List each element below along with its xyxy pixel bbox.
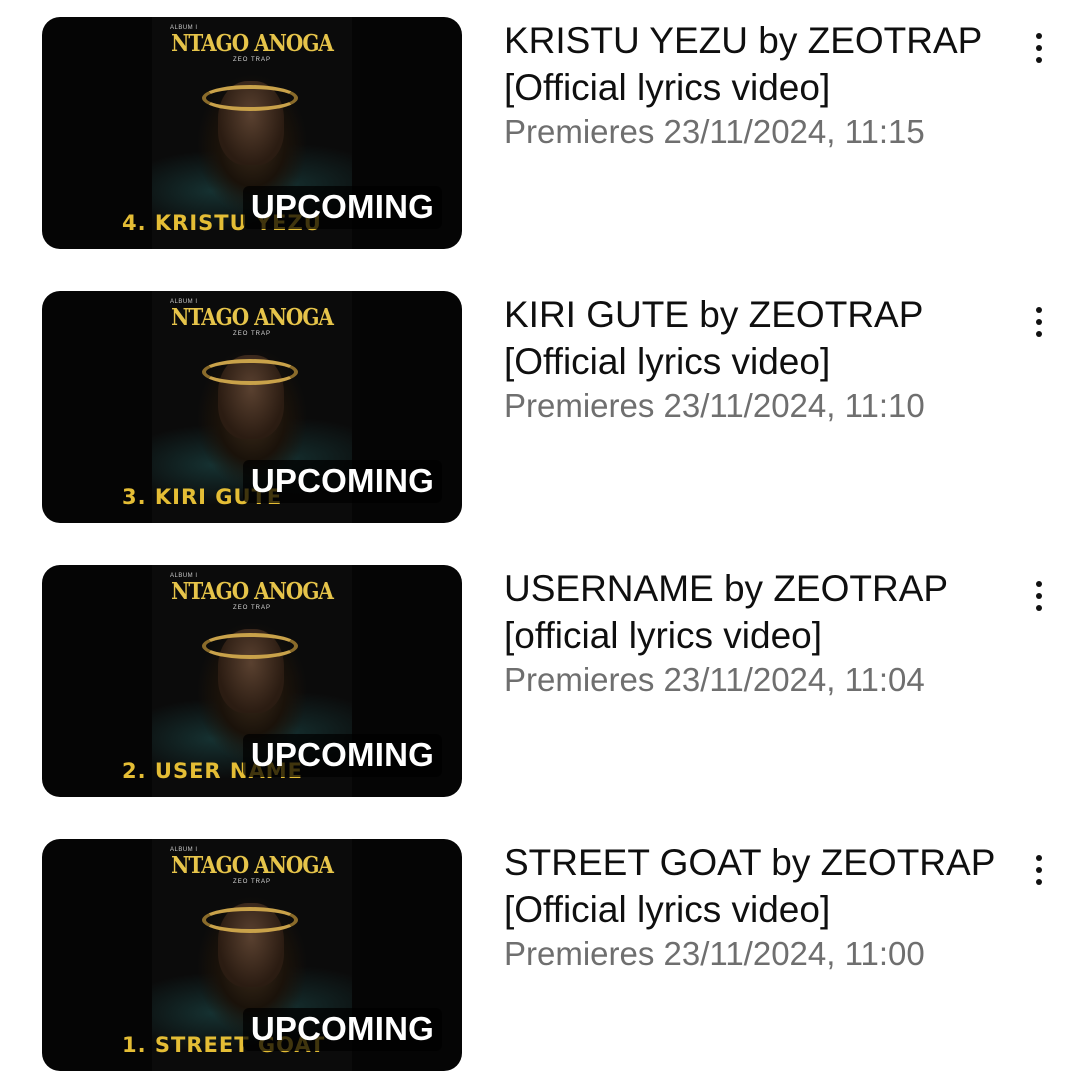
- album-artist: ZEO TRAP: [233, 57, 271, 63]
- thorn-crown: [202, 633, 298, 659]
- thorn-crown: [202, 907, 298, 933]
- upcoming-badge: UPCOMING: [242, 460, 442, 503]
- video-thumbnail[interactable]: ALBUM I NTAGO ANOGA ZEO TRAP 1. STREET G…: [42, 839, 462, 1071]
- video-title-line: [Official lyrics video]: [504, 67, 831, 108]
- video-item[interactable]: ALBUM I NTAGO ANOGA ZEO TRAP 3. KIRI GUT…: [0, 291, 1080, 523]
- album-title: NTAGO ANOGA: [171, 851, 334, 879]
- more-vert-icon[interactable]: [1022, 299, 1056, 345]
- upcoming-badge: UPCOMING: [242, 734, 442, 777]
- video-title[interactable]: STREET GOAT by ZEOTRAP [Official lyrics …: [504, 839, 1004, 933]
- video-title-line: [Official lyrics video]: [504, 889, 831, 930]
- more-vert-icon[interactable]: [1022, 847, 1056, 893]
- video-title-line: KRISTU YEZU by ZEOTRAP: [504, 20, 983, 61]
- album-artist: ZEO TRAP: [233, 879, 271, 885]
- album-title: NTAGO ANOGA: [171, 577, 334, 605]
- video-thumbnail[interactable]: ALBUM I NTAGO ANOGA ZEO TRAP 4. KRISTU Y…: [42, 17, 462, 249]
- upcoming-badge: UPCOMING: [242, 1008, 442, 1051]
- video-list: ALBUM I NTAGO ANOGA ZEO TRAP 4. KRISTU Y…: [0, 0, 1080, 1080]
- video-title-line: KIRI GUTE by ZEOTRAP: [504, 294, 924, 335]
- video-title-line: USERNAME by ZEOTRAP: [504, 568, 949, 609]
- thorn-crown: [202, 359, 298, 385]
- upcoming-badge: UPCOMING: [242, 186, 442, 229]
- premiere-time: Premieres 23/11/2024, 11:04: [504, 661, 925, 698]
- album-artist: ZEO TRAP: [233, 331, 271, 337]
- video-info[interactable]: KRISTU YEZU by ZEOTRAP [Official lyrics …: [504, 17, 1004, 153]
- video-thumbnail[interactable]: ALBUM I NTAGO ANOGA ZEO TRAP 3. KIRI GUT…: [42, 291, 462, 523]
- video-title[interactable]: KIRI GUTE by ZEOTRAP [Official lyrics vi…: [504, 291, 1004, 385]
- video-item[interactable]: ALBUM I NTAGO ANOGA ZEO TRAP 2. USER NAM…: [0, 565, 1080, 797]
- video-title-line: [Official lyrics video]: [504, 341, 831, 382]
- video-title[interactable]: KRISTU YEZU by ZEOTRAP [Official lyrics …: [504, 17, 1004, 111]
- video-title[interactable]: USERNAME by ZEOTRAP [official lyrics vid…: [504, 565, 1004, 659]
- album-title: NTAGO ANOGA: [171, 29, 334, 57]
- video-info[interactable]: USERNAME by ZEOTRAP [official lyrics vid…: [504, 565, 1004, 701]
- video-item[interactable]: ALBUM I NTAGO ANOGA ZEO TRAP 4. KRISTU Y…: [0, 17, 1080, 249]
- more-vert-icon[interactable]: [1022, 25, 1056, 71]
- video-thumbnail[interactable]: ALBUM I NTAGO ANOGA ZEO TRAP 2. USER NAM…: [42, 565, 462, 797]
- premiere-time: Premieres 23/11/2024, 11:10: [504, 387, 925, 424]
- video-info[interactable]: STREET GOAT by ZEOTRAP [Official lyrics …: [504, 839, 1004, 975]
- more-vert-icon[interactable]: [1022, 573, 1056, 619]
- album-title: NTAGO ANOGA: [171, 303, 334, 331]
- premiere-time: Premieres 23/11/2024, 11:15: [504, 113, 925, 150]
- video-info[interactable]: KIRI GUTE by ZEOTRAP [Official lyrics vi…: [504, 291, 1004, 427]
- album-artist: ZEO TRAP: [233, 605, 271, 611]
- video-title-line: [official lyrics video]: [504, 615, 823, 656]
- premiere-time: Premieres 23/11/2024, 11:00: [504, 935, 925, 972]
- video-item[interactable]: ALBUM I NTAGO ANOGA ZEO TRAP 1. STREET G…: [0, 839, 1080, 1071]
- video-title-line: STREET GOAT by ZEOTRAP: [504, 842, 996, 883]
- thorn-crown: [202, 85, 298, 111]
